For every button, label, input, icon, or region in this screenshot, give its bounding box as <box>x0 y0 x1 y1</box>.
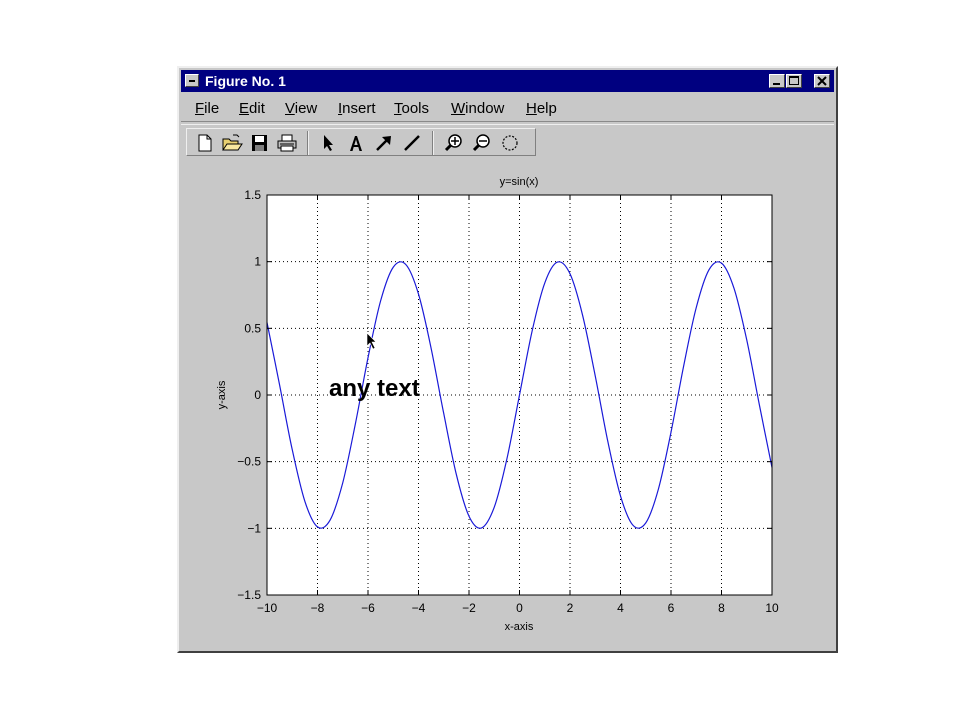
x-tick-label: 2 <box>567 601 574 615</box>
x-tick-label: 4 <box>617 601 624 615</box>
x-tick-label: 8 <box>718 601 725 615</box>
chart-title: y=sin(x) <box>500 176 539 188</box>
x-tick-label: 10 <box>765 601 779 615</box>
y-axis-label: y-axis <box>216 380 228 409</box>
y-tick-label: −1.5 <box>237 588 261 602</box>
x-tick-label: −10 <box>257 601 278 615</box>
text-annotation[interactable]: any text <box>329 375 420 403</box>
y-tick-label: 0.5 <box>244 321 261 335</box>
y-tick-label: −1 <box>247 521 261 535</box>
x-tick-label: 6 <box>668 601 675 615</box>
y-tick-label: −0.5 <box>237 455 261 469</box>
y-tick-label: 1 <box>254 255 261 269</box>
x-tick-label: −8 <box>311 601 325 615</box>
x-tick-label: −4 <box>412 601 426 615</box>
y-tick-label: 0 <box>254 388 261 402</box>
plot-area[interactable]: −10 −8 −6 −4 −2 0 2 4 6 8 10 −1.5 −1 −0.5 0 0.5 1 1.5 y=s… <box>0 0 960 720</box>
x-tick-label: 0 <box>516 601 523 615</box>
x-tick-label: −2 <box>462 601 476 615</box>
mouse-cursor-icon <box>366 332 377 350</box>
x-axis-label: x-axis <box>505 621 534 633</box>
x-tick-label: −6 <box>361 601 375 615</box>
y-tick-label: 1.5 <box>244 188 261 202</box>
